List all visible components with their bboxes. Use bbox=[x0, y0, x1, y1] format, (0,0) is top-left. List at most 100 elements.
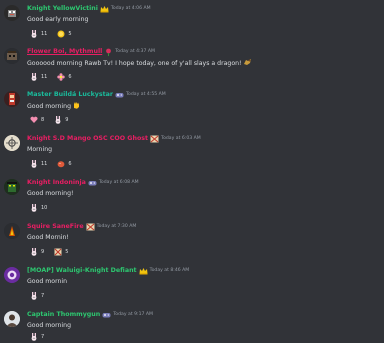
reaction-count: 5 bbox=[65, 249, 69, 255]
message-item[interactable]: [MOAP] Waluigi-Knight Defiant Today at 8… bbox=[0, 265, 384, 305]
avatar[interactable] bbox=[4, 179, 20, 195]
red-blob-emoji-icon bbox=[57, 160, 65, 168]
message-text-body: Goooood morning Rawb Tv! I hope today, o… bbox=[27, 60, 242, 67]
reaction-bar: 11 6 bbox=[28, 159, 74, 169]
message-item[interactable]: Squire SaneFire Today at 7:30 AM Good Mo… bbox=[0, 221, 384, 261]
crown-role-icon bbox=[139, 267, 148, 275]
reaction-bar: 7 bbox=[28, 332, 46, 342]
flower-emoji-icon bbox=[57, 73, 66, 81]
reaction-button[interactable]: 9 bbox=[52, 115, 70, 125]
controller-role-icon bbox=[115, 91, 124, 99]
avatar[interactable] bbox=[4, 48, 20, 64]
reaction-count: 10 bbox=[41, 205, 48, 211]
author-name[interactable]: Squire SaneFire bbox=[27, 221, 84, 232]
timestamp: Today at 4:06 AM bbox=[110, 6, 151, 11]
reaction-count: 6 bbox=[68, 161, 72, 167]
message-item[interactable]: Knight YellowVictini Today at 4:06 AM Go… bbox=[0, 3, 384, 43]
reaction-bar: 9 5 bbox=[28, 247, 70, 257]
bunny-emoji-icon bbox=[30, 333, 38, 341]
reaction-button[interactable]: 6 bbox=[55, 72, 73, 82]
message-item[interactable]: Knight Indoninja Today at 6:08 AM Good m… bbox=[0, 177, 384, 217]
bunny-emoji-icon bbox=[30, 73, 38, 81]
reaction-button[interactable]: 5 bbox=[52, 247, 70, 257]
reaction-button[interactable]: 9 bbox=[28, 247, 46, 257]
author-name[interactable]: Flower Boi, Mythmull bbox=[27, 46, 102, 57]
author-name[interactable]: Master Buildá Luckystar bbox=[27, 89, 113, 100]
timestamp: Today at 6:03 AM bbox=[161, 136, 201, 141]
timestamp: Today at 8:46 AM bbox=[149, 268, 190, 273]
rose-role-icon bbox=[104, 48, 113, 56]
reaction-button[interactable]: 6 bbox=[55, 159, 73, 169]
message-text: Good morning bbox=[27, 101, 81, 112]
timestamp: Today at 9:17 AM bbox=[113, 312, 153, 317]
message-item[interactable]: Flower Boi, Mythmull Today at 4:37 AM Go… bbox=[0, 46, 384, 86]
author-name[interactable]: Knight YellowVictini bbox=[27, 3, 98, 14]
avatar[interactable] bbox=[4, 267, 20, 283]
reaction-bar: 7 bbox=[28, 291, 46, 301]
reaction-button[interactable]: 10 bbox=[28, 203, 49, 213]
reaction-count: 6 bbox=[68, 74, 72, 80]
reaction-button[interactable]: 11 bbox=[28, 72, 49, 82]
message-text-body: Good morning bbox=[27, 103, 71, 110]
bunny-emoji-icon bbox=[30, 204, 38, 212]
controller-role-icon bbox=[88, 179, 97, 187]
avatar[interactable] bbox=[4, 91, 20, 107]
message-feed: Knight YellowVictini Today at 4:06 AM Go… bbox=[0, 0, 384, 343]
avatar[interactable] bbox=[4, 5, 20, 21]
reaction-count: 11 bbox=[41, 31, 48, 37]
reaction-count: 7 bbox=[41, 334, 45, 340]
badge-role-icon bbox=[150, 135, 159, 143]
reaction-count: 11 bbox=[41, 161, 48, 167]
message-item[interactable]: Master Buildá Luckystar Today at 4:55 AM… bbox=[0, 89, 384, 129]
reaction-bar: 8 9 bbox=[28, 115, 70, 125]
avatar[interactable] bbox=[4, 223, 20, 239]
message-text: Goooood morning Rawb Tv! I hope today, o… bbox=[27, 58, 252, 69]
reaction-count: 5 bbox=[68, 31, 72, 37]
reaction-button[interactable]: 8 bbox=[28, 115, 46, 125]
reaction-count: 7 bbox=[41, 293, 45, 299]
message-text: Good morning bbox=[27, 322, 71, 329]
reaction-count: 9 bbox=[41, 249, 45, 255]
pink-heart-emoji-icon bbox=[30, 116, 38, 124]
reaction-bar: 11 5 bbox=[28, 29, 74, 39]
message-item[interactable]: Knight S.D Mango OSC COO Ghost Today at … bbox=[0, 133, 384, 173]
avatar[interactable] bbox=[4, 135, 20, 151]
waving-hand-emoji-icon bbox=[72, 101, 81, 109]
badge-emoji-icon bbox=[54, 248, 62, 256]
reaction-button[interactable]: 11 bbox=[28, 29, 49, 39]
message-text: Good Mornin! bbox=[27, 234, 69, 241]
message-text: Good mornin bbox=[27, 278, 68, 285]
message-text: Good morning! bbox=[27, 190, 74, 197]
reaction-count: 8 bbox=[41, 117, 45, 123]
bunny-emoji-icon bbox=[30, 248, 38, 256]
dragon-rider-emoji-icon bbox=[243, 58, 252, 66]
reaction-bar: 10 bbox=[28, 203, 49, 213]
badge-role-icon bbox=[86, 223, 95, 231]
bunny-emoji-icon bbox=[54, 116, 62, 124]
crown-role-icon bbox=[100, 5, 109, 13]
reaction-bar: 11 6 bbox=[28, 72, 74, 82]
timestamp: Today at 6:08 AM bbox=[98, 180, 139, 185]
bunny-emoji-icon bbox=[30, 292, 38, 300]
author-name[interactable]: Knight Indoninja bbox=[27, 177, 86, 188]
message-text: Morning bbox=[27, 146, 53, 153]
timestamp: Today at 4:55 AM bbox=[126, 92, 166, 97]
reaction-button[interactable]: 5 bbox=[55, 29, 73, 39]
controller-role-icon bbox=[102, 311, 111, 319]
message-item[interactable]: Captain Thommygun Today at 9:17 AM Good … bbox=[0, 309, 384, 343]
message-text: Good early morning bbox=[27, 16, 89, 23]
yellow-coin-emoji-icon bbox=[57, 30, 65, 38]
timestamp: Today at 4:37 AM bbox=[115, 49, 155, 54]
reaction-button[interactable]: 11 bbox=[28, 159, 49, 169]
timestamp: Today at 7:30 AM bbox=[96, 224, 137, 229]
reaction-count: 9 bbox=[65, 117, 69, 123]
bunny-emoji-icon bbox=[30, 30, 38, 38]
avatar[interactable] bbox=[4, 311, 20, 327]
author-name[interactable]: Captain Thommygun bbox=[27, 309, 100, 320]
reaction-count: 11 bbox=[41, 74, 48, 80]
author-name[interactable]: [MOAP] Waluigi-Knight Defiant bbox=[27, 265, 137, 276]
reaction-button[interactable]: 7 bbox=[28, 332, 46, 342]
author-name[interactable]: Knight S.D Mango OSC COO Ghost bbox=[27, 133, 148, 144]
bunny-emoji-icon bbox=[30, 160, 38, 168]
reaction-button[interactable]: 7 bbox=[28, 291, 46, 301]
